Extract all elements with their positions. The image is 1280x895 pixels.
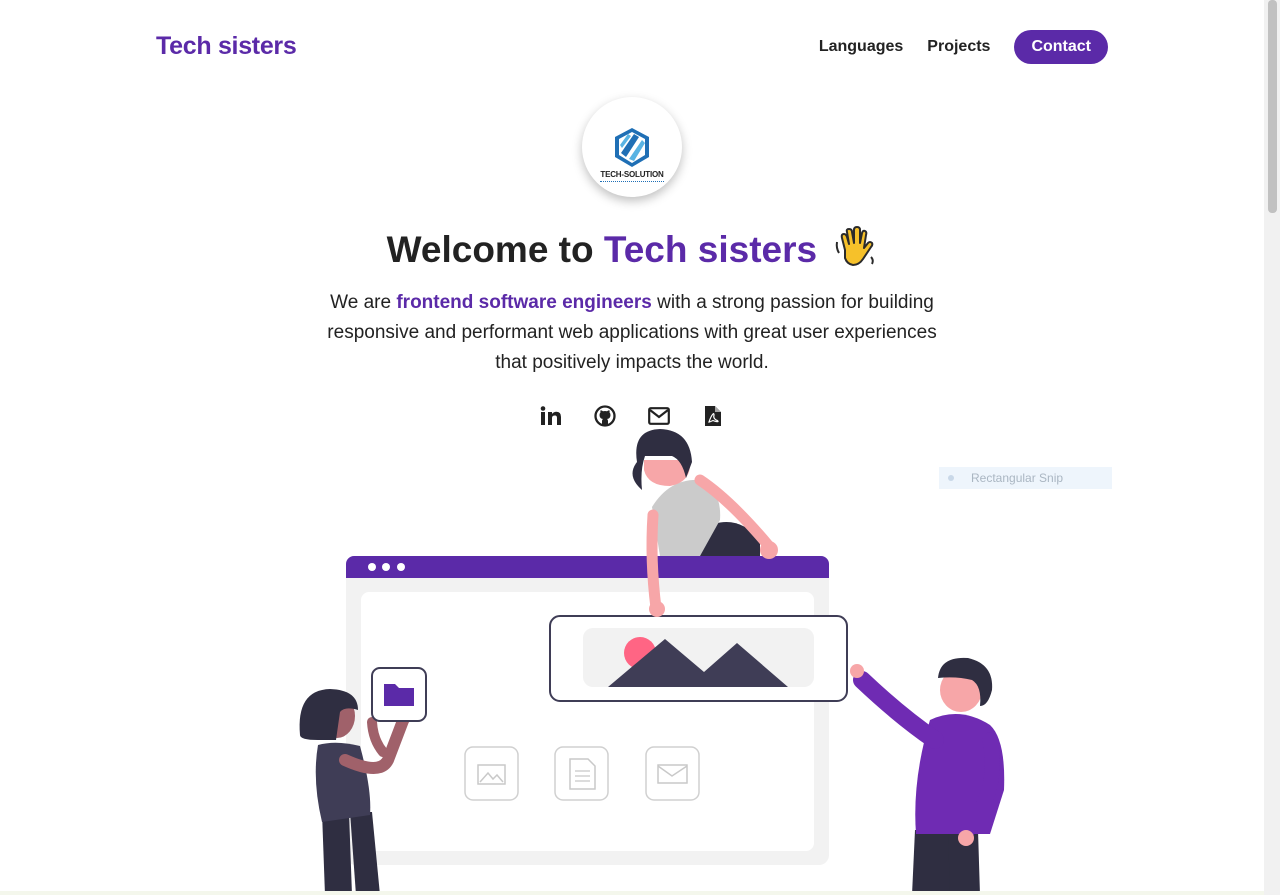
waving-hand-icon <box>833 224 877 277</box>
profile-logo: TECH-SOLUTION <box>582 97 682 197</box>
hero-title: Welcome to Tech sisters <box>0 224 1264 277</box>
nav-languages-link[interactable]: Languages <box>819 38 903 56</box>
scrollbar-thumb[interactable] <box>1268 0 1277 213</box>
mail-placeholder-icon <box>645 746 700 801</box>
man-pointing-figure <box>850 657 1005 895</box>
hero-title-prefix: Welcome to <box>386 229 604 270</box>
bottom-strip <box>0 891 1264 895</box>
hero-title-accent: Tech sisters <box>603 229 818 270</box>
hexagon-logo-icon <box>615 128 649 167</box>
contact-button[interactable]: Contact <box>1014 30 1108 64</box>
logo-text: TECH-SOLUTION <box>600 170 664 179</box>
brand-logo-text[interactable]: Tech sisters <box>156 32 297 61</box>
hero-illustration <box>299 429 1005 895</box>
intro-pre: We are <box>330 292 397 313</box>
intro-accent: frontend software engineers <box>396 292 652 313</box>
vertical-scrollbar[interactable] <box>1264 0 1280 895</box>
logo-tagline <box>600 181 664 185</box>
intro-paragraph: We are frontend software engineers with … <box>320 288 944 378</box>
image-placeholder-icon <box>464 746 519 801</box>
document-placeholder-icon <box>554 746 609 801</box>
page: Tech sisters Languages Projects Contact … <box>0 0 1264 895</box>
top-nav: Languages Projects Contact <box>795 30 1108 64</box>
nav-projects-link[interactable]: Projects <box>927 38 990 56</box>
image-card-graphic <box>549 615 848 702</box>
